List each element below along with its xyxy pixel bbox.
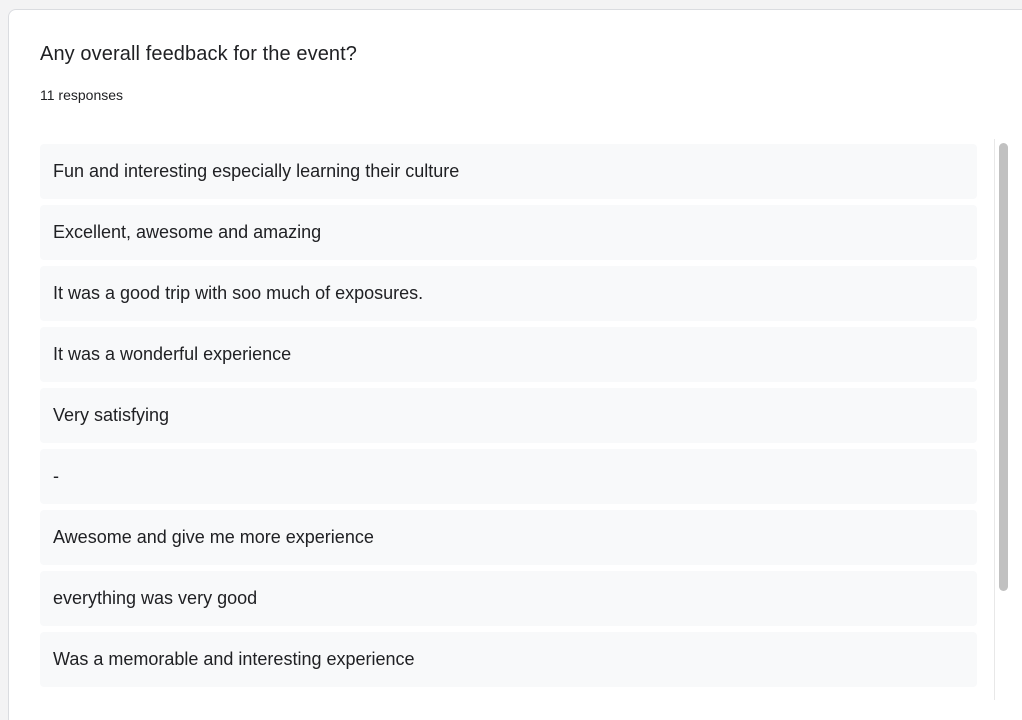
- response-item: Very satisfying: [40, 388, 977, 443]
- response-item: Excellent, awesome and amazing: [40, 205, 977, 260]
- question-summary-card: Any overall feedback for the event? 11 r…: [8, 9, 1022, 720]
- response-item: everything was very good: [40, 571, 977, 626]
- scrollbar-thumb[interactable]: [999, 143, 1008, 591]
- response-item: Was a memorable and interesting experien…: [40, 632, 977, 687]
- response-item: Awesome and give me more experience: [40, 510, 977, 565]
- response-item: Fun and interesting especially learning …: [40, 144, 977, 199]
- scrollbar-track[interactable]: [994, 139, 1010, 700]
- response-list[interactable]: Fun and interesting especially learning …: [40, 143, 980, 691]
- response-count: 11 responses: [40, 87, 124, 103]
- page: Any overall feedback for the event? 11 r…: [0, 0, 1022, 720]
- response-item: It was a good trip with soo much of expo…: [40, 266, 977, 321]
- response-item: It was a wonderful experience: [40, 327, 977, 382]
- question-title: Any overall feedback for the event?: [40, 43, 358, 65]
- response-item: -: [40, 449, 977, 504]
